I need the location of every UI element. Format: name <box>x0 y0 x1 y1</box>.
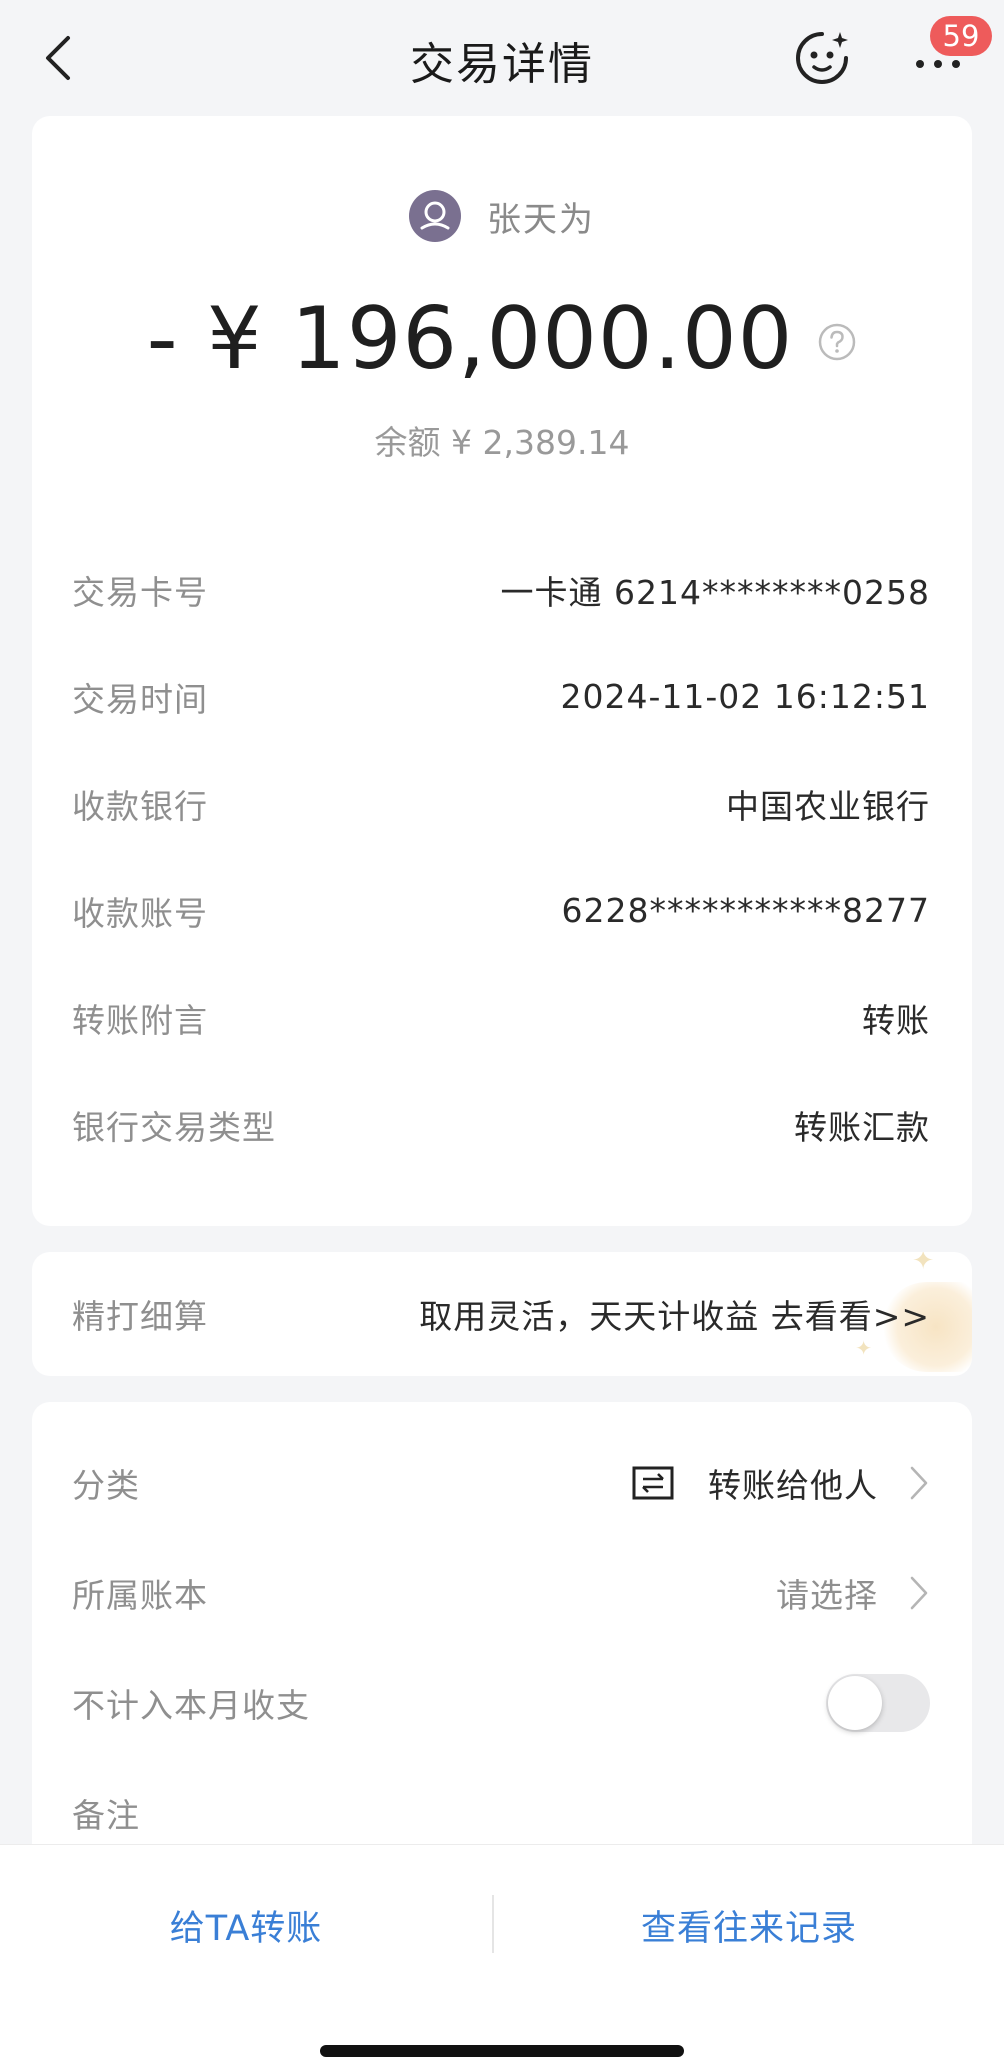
settings-card: 分类 转账给他人 所属账本 请选择 不计入本月收支 备注 <box>32 1402 972 1862</box>
payee-avatar-icon <box>409 190 461 242</box>
settings-list: 分类 转账给他人 所属账本 请选择 不计入本月收支 备注 <box>72 1428 930 1868</box>
chevron-right-icon <box>910 1466 928 1500</box>
assistant-bot-icon[interactable] <box>792 28 852 88</box>
detail-row-memo: 转账附言 转账 <box>72 964 930 1071</box>
bottom-action-bar: 给TA转账 查看往来记录 <box>0 1844 1004 2071</box>
category-value-group[interactable]: 转账给他人 <box>632 1459 930 1507</box>
account-book-label: 所属账本 <box>72 1576 208 1615</box>
exclude-monthly-toggle[interactable] <box>826 1674 930 1732</box>
home-indicator <box>320 2045 684 2057</box>
account-balance: 余额 ¥ 2,389.14 <box>374 423 630 462</box>
detail-label: 转账附言 <box>72 1000 208 1040</box>
detail-value: 6228***********8277 <box>561 891 930 930</box>
detail-row-account: 收款账号 6228***********8277 <box>72 857 930 964</box>
promo-card[interactable]: ✦ ✦ 精打细算 取用灵活，天天计收益 去看看>> <box>32 1252 972 1376</box>
toggle-knob <box>828 1676 882 1730</box>
detail-label: 收款账号 <box>72 893 208 933</box>
page-title: 交易详情 <box>410 39 594 90</box>
exclude-monthly-row: 不计入本月收支 <box>72 1648 930 1758</box>
detail-label: 收款银行 <box>72 786 208 826</box>
payee: 张天为 <box>32 188 972 244</box>
detail-row-time: 交易时间 2024-11-02 16:12:51 <box>72 643 930 750</box>
transfer-to-payee-button[interactable]: 给TA转账 <box>0 1895 492 1955</box>
account-book-value-group[interactable]: 请选择 <box>776 1569 930 1617</box>
transfer-arrows-icon <box>632 1466 674 1500</box>
help-question-icon[interactable] <box>817 322 857 362</box>
category-row[interactable]: 分类 转账给他人 <box>72 1428 930 1538</box>
transaction-summary-card: 张天为 - ¥ 196,000.00 余额 ¥ 2,389.14 交易卡号 一卡… <box>32 116 972 1226</box>
view-history-button[interactable]: 查看往来记录 <box>494 1895 1004 1955</box>
account-book-row[interactable]: 所属账本 请选择 <box>72 1538 930 1648</box>
note-label: 备注 <box>72 1796 140 1835</box>
detail-value: 中国农业银行 <box>726 786 930 826</box>
category-label: 分类 <box>72 1466 140 1505</box>
notification-badge: 59 <box>930 16 992 56</box>
promo-label: 精打细算 <box>72 1297 208 1336</box>
detail-row-card-number: 交易卡号 一卡通 6214********0258 <box>72 536 930 643</box>
detail-value: 一卡通 6214********0258 <box>500 572 930 612</box>
detail-label: 银行交易类型 <box>72 1107 276 1147</box>
exclude-monthly-label: 不计入本月收支 <box>72 1686 310 1725</box>
amount-row: - ¥ 196,000.00 <box>32 284 972 394</box>
detail-row-type: 银行交易类型 转账汇款 <box>72 1071 930 1178</box>
promo-row[interactable]: 精打细算 取用灵活，天天计收益 去看看>> <box>72 1252 930 1376</box>
transaction-details: 交易卡号 一卡通 6214********0258 交易时间 2024-11-0… <box>72 536 930 1178</box>
navigation-bar: 交易详情 59 <box>0 0 1004 116</box>
detail-row-bank: 收款银行 中国农业银行 <box>72 750 930 857</box>
detail-label: 交易卡号 <box>72 572 208 612</box>
transaction-amount: - ¥ 196,000.00 <box>146 289 794 389</box>
chevron-right-icon <box>910 1576 928 1610</box>
detail-value: 转账 <box>862 1000 930 1040</box>
payee-name: 张天为 <box>487 199 595 240</box>
promo-link[interactable]: 取用灵活，天天计收益 去看看>> <box>419 1290 930 1338</box>
category-value: 转账给他人 <box>708 1466 878 1505</box>
detail-value: 2024-11-02 16:12:51 <box>560 677 930 716</box>
detail-value: 转账汇款 <box>794 1107 930 1147</box>
detail-label: 交易时间 <box>72 679 208 719</box>
account-book-value: 请选择 <box>776 1576 878 1615</box>
